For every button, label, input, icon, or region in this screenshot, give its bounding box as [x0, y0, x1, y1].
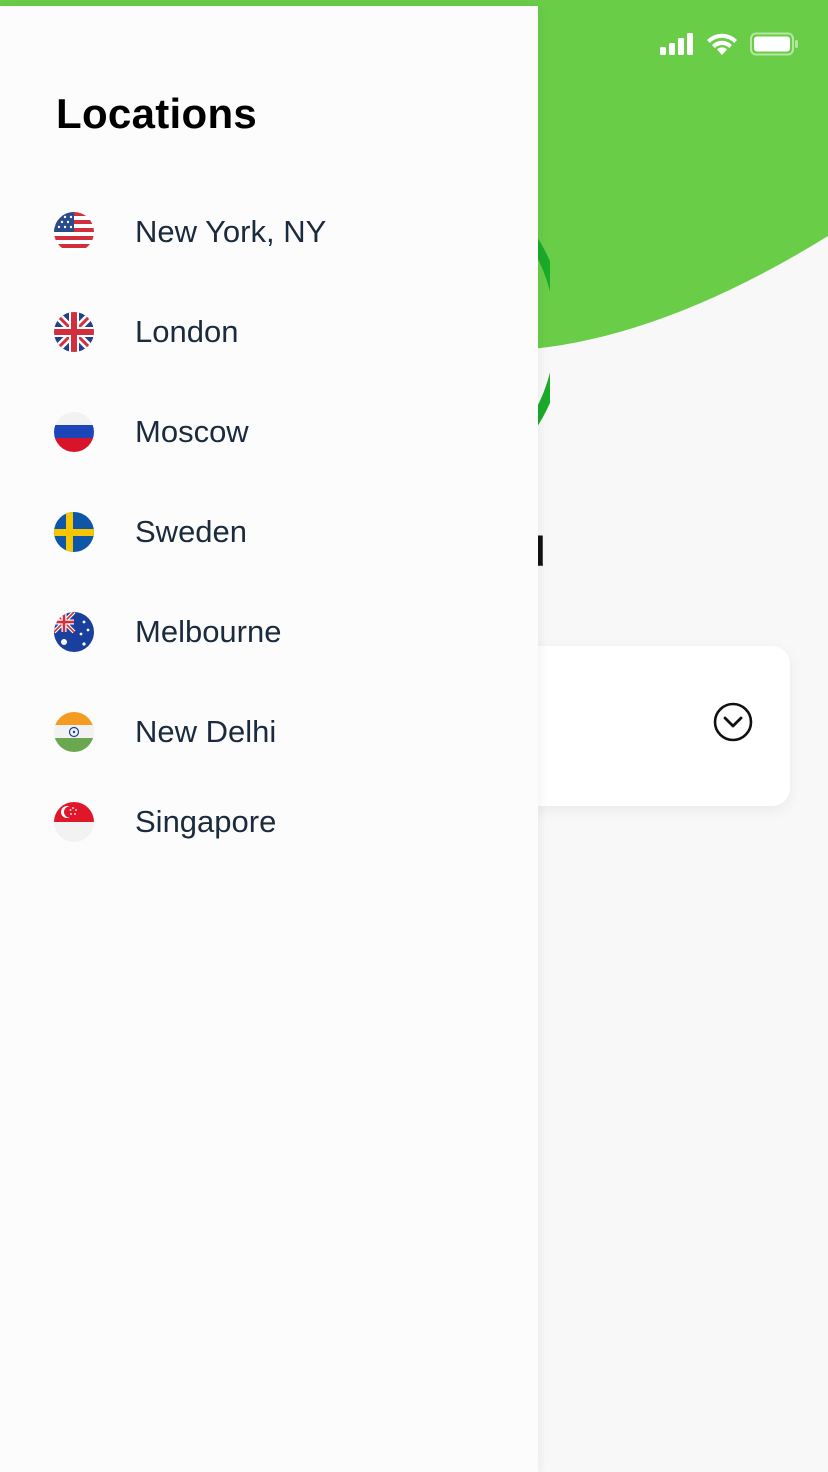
- wifi-icon: [706, 32, 738, 61]
- singapore-flag-icon: [54, 802, 94, 842]
- uk-flag-icon: [54, 312, 94, 352]
- india-flag-icon: [54, 712, 94, 752]
- location-label: Sweden: [135, 514, 248, 549]
- russia-flag-icon: [54, 412, 94, 452]
- battery-icon: [750, 32, 798, 61]
- location-item-moscow[interactable]: Moscow: [54, 402, 514, 462]
- status-bar: [660, 32, 798, 61]
- signal-icon: [660, 33, 694, 60]
- location-item-singapore[interactable]: Singapore: [54, 792, 514, 852]
- locations-drawer: Locations New York, NY London Moscow Swe…: [0, 6, 538, 1472]
- location-item-london[interactable]: London: [54, 302, 514, 362]
- location-label: New Delhi: [135, 714, 277, 749]
- location-item-new-york[interactable]: New York, NY: [54, 202, 514, 262]
- location-label: Melbourne: [135, 614, 282, 649]
- location-item-new-delhi[interactable]: New Delhi: [54, 702, 514, 762]
- drawer-title: Locations: [56, 90, 258, 137]
- location-item-melbourne[interactable]: Melbourne: [54, 602, 514, 662]
- us-flag-icon: [54, 212, 94, 252]
- sweden-flag-icon: [54, 512, 94, 552]
- location-label: Singapore: [135, 804, 277, 839]
- location-label: London: [135, 314, 239, 349]
- australia-flag-icon: [54, 612, 94, 652]
- location-item-sweden[interactable]: Sweden: [54, 502, 514, 562]
- location-label: Moscow: [135, 414, 249, 449]
- chevron-down-icon[interactable]: [713, 702, 753, 742]
- location-label: New York, NY: [135, 214, 327, 249]
